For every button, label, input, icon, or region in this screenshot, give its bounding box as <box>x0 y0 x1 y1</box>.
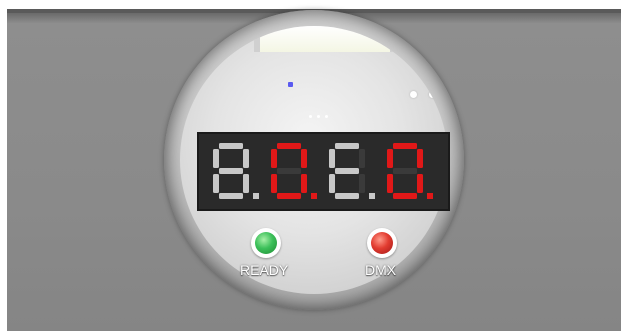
digit-3-segment-g <box>335 168 359 174</box>
digit-2-segment-b <box>301 149 307 168</box>
digit-4-segment-d <box>393 193 417 199</box>
digit-2-segment-f <box>271 149 277 168</box>
seven-segment-digits <box>213 143 433 199</box>
panel-screw-dot <box>410 91 417 98</box>
digit-2-segment-a <box>277 143 301 149</box>
digit-3-segment-e <box>329 174 335 193</box>
indicator-dot <box>317 115 320 118</box>
ready-label: READY <box>240 262 289 278</box>
panel-screw-dot <box>429 91 436 98</box>
digit-4-segment-g <box>393 168 417 174</box>
digit-2-segment-g <box>277 168 301 174</box>
digit-4-segment-f <box>387 149 393 168</box>
digit-4-segment-b <box>417 149 423 168</box>
digit-1-decimal-point <box>253 193 259 199</box>
digit-1-segment-c <box>243 174 249 193</box>
digit-3-segment-b <box>359 149 365 168</box>
digit-1-segment-e <box>213 174 219 193</box>
indicator-dot <box>309 115 312 118</box>
digit-4-segment-e <box>387 174 393 193</box>
digit-1-segment-a <box>219 143 243 149</box>
digit-1-segment-f <box>213 149 219 168</box>
seven-segment-display <box>197 132 450 211</box>
digit-4-segment-a <box>393 143 417 149</box>
digit-3-segment-c <box>359 174 365 193</box>
top-window <box>254 26 396 52</box>
digit-1-segment-d <box>219 193 243 199</box>
digit-2-decimal-point <box>311 193 317 199</box>
status-led-blue <box>288 82 293 87</box>
ready-led-light <box>255 232 277 254</box>
dmx-led <box>367 228 397 258</box>
digit-2-segment-d <box>277 193 301 199</box>
digit-2-segment-e <box>271 174 277 193</box>
digit-3-decimal-point <box>369 193 375 199</box>
digit-4-decimal-point <box>427 193 433 199</box>
digit-3-segment-a <box>335 143 359 149</box>
digit-3-segment-f <box>329 149 335 168</box>
digit-4-segment-c <box>417 174 423 193</box>
digit-2-segment-c <box>301 174 307 193</box>
digit-1-segment-g <box>219 168 243 174</box>
dmx-label: DMX <box>365 262 397 278</box>
digit-3-segment-d <box>335 193 359 199</box>
indicator-dot <box>325 115 328 118</box>
digit-1-segment-b <box>243 149 249 168</box>
ready-led <box>251 228 281 258</box>
device-screenshot: READY DMX <box>0 0 626 333</box>
dmx-led-light <box>371 232 393 254</box>
